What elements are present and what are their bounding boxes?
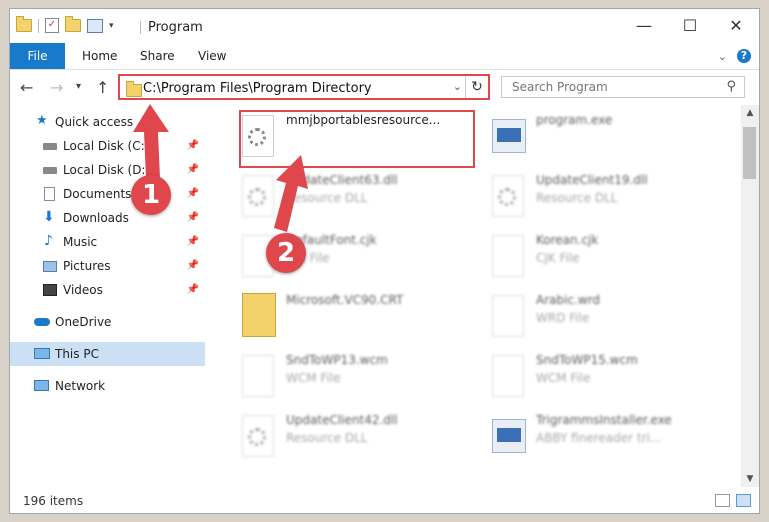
arrow-up-icon — [133, 104, 169, 178]
arrow-up-icon — [274, 155, 308, 232]
annotation-arrows — [133, 104, 308, 232]
step-1-badge: 1 — [131, 175, 171, 215]
step-2-badge: 2 — [266, 233, 306, 273]
